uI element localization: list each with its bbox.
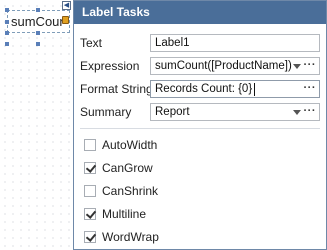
format-string-field[interactable]: Records Count: {0} ··· [150,80,320,98]
ellipsis-button[interactable]: ··· [304,105,317,117]
expression-label: Expression [80,59,140,73]
resize-handle-n[interactable] [36,8,40,12]
panel-title: Label Tasks [74,1,326,24]
resize-handle-s[interactable] [36,31,40,35]
resize-handle-w[interactable] [5,20,9,24]
summary-field-value: Report [155,106,190,118]
wordwrap-label: WordWrap [102,230,159,244]
checkmark-icon [85,231,97,242]
text-row: Text Label1 [80,34,320,52]
expression-field[interactable]: sumCount([ProductName]) ··· [150,57,320,75]
cangrow-label: CanGrow [102,161,153,175]
checkmark-icon [85,162,97,173]
dropdown-arrow-icon[interactable] [293,64,301,69]
multiline-check[interactable]: Multiline [84,207,284,223]
summary-row: Summary Report ··· [80,103,320,121]
chevron-left-icon: ◀ [63,2,70,9]
smart-tag-button[interactable]: ◀ [62,1,71,10]
checkmark-icon [85,208,97,219]
label-tasks-panel: Label Tasks Text Label1 Expression sumCo… [73,0,327,250]
wordwrap-checkbox[interactable] [84,231,97,243]
format-string-field-value: Records Count: {0} [155,83,253,95]
canshrink-checkbox[interactable] [84,185,96,197]
resize-handle-nw[interactable] [5,8,9,12]
wordwrap-check[interactable]: WordWrap [84,230,284,246]
summary-tag-icon [62,16,69,24]
canshrink-label: CanShrink [102,184,159,198]
text-field[interactable]: Label1 [150,34,320,52]
ellipsis-button[interactable]: ··· [304,82,317,94]
cangrow-checkbox[interactable] [84,162,97,174]
divider [80,128,320,129]
autowidth-checkbox[interactable] [84,139,96,151]
expression-row: Expression sumCount([ProductName]) ··· [80,57,320,75]
resize-handle-sw[interactable] [5,31,9,35]
cangrow-check[interactable]: CanGrow [84,161,284,177]
format-string-label: Format String [80,82,153,96]
resize-handle-extra[interactable] [5,42,9,46]
canshrink-check[interactable]: CanShrink [84,184,284,200]
summary-label: Summary [80,105,132,119]
summary-field[interactable]: Report ··· [150,103,320,121]
multiline-checkbox[interactable] [84,208,97,220]
autowidth-check[interactable]: AutoWidth [84,138,284,154]
label-control-text: sumCount [11,14,63,29]
format-string-row: Format String Records Count: {0} ··· [80,80,320,98]
text-field-value: Label1 [155,37,190,49]
resize-handle-extra-2[interactable] [36,42,40,46]
label-control[interactable]: sumCount [7,10,70,33]
ellipsis-button[interactable]: ··· [304,59,317,71]
expression-field-value: sumCount([ProductName]) [155,60,292,72]
dropdown-arrow-icon[interactable] [293,110,301,115]
text-label: Text [80,36,103,50]
multiline-label: Multiline [102,207,147,221]
text-caret [254,83,255,96]
autowidth-label: AutoWidth [102,138,158,152]
